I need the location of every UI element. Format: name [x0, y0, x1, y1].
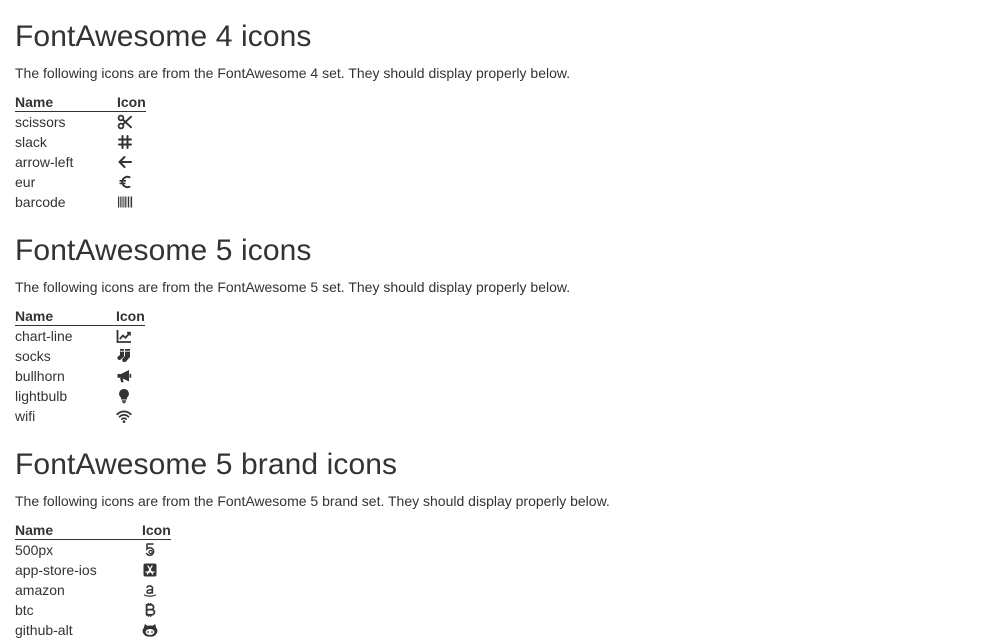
- icon-name: bullhorn: [15, 368, 65, 384]
- name-column-header: Name: [15, 94, 117, 112]
- table-row: barcode: [15, 192, 146, 212]
- icon-column-header: Icon: [142, 522, 171, 540]
- section-fontawesome-4: FontAwesome 4 icons The following icons …: [15, 20, 570, 210]
- table-row: app-store-ios: [15, 560, 171, 580]
- section-fontawesome-5: FontAwesome 5 icons The following icons …: [15, 234, 570, 424]
- lightbulb-icon: [116, 388, 132, 404]
- table-row: wifi: [15, 406, 145, 426]
- table-row: lightbulb: [15, 386, 145, 406]
- arrow-left-icon: [117, 154, 133, 170]
- icon-name: app-store-ios: [15, 562, 97, 578]
- icon-name: btc: [15, 602, 34, 618]
- section-fontawesome-5-brands: FontAwesome 5 brand icons The following …: [15, 448, 610, 638]
- section-title: FontAwesome 4 icons: [15, 20, 312, 53]
- table-row: socks: [15, 346, 145, 366]
- section-description: The following icons are from the FontAwe…: [15, 65, 571, 81]
- table-row: 500px: [15, 540, 171, 561]
- icon-column-header: Icon: [116, 308, 145, 326]
- table-row: github-alt: [15, 620, 171, 640]
- wifi-icon: [116, 408, 132, 424]
- 500px-icon: [142, 542, 158, 558]
- btc-icon: [142, 602, 158, 618]
- github-alt-icon: [142, 622, 158, 638]
- table-row: btc: [15, 600, 171, 620]
- table-row: slack: [15, 132, 146, 152]
- table-row: chart-line: [15, 326, 145, 347]
- chart-line-icon: [116, 328, 132, 344]
- icons-table: Name Icon scissors slack arrow-left eur …: [15, 94, 146, 212]
- barcode-icon: [117, 194, 133, 210]
- scissors-icon: [117, 114, 133, 130]
- icon-name: scissors: [15, 114, 66, 130]
- app-store-ios-icon: [142, 562, 158, 578]
- icon-name: wifi: [15, 408, 36, 424]
- bullhorn-icon: [116, 368, 132, 384]
- icon-name: chart-line: [15, 328, 73, 344]
- icon-name: slack: [15, 134, 47, 150]
- section-description: The following icons are from the FontAwe…: [15, 279, 571, 295]
- section-title: FontAwesome 5 brand icons: [15, 448, 398, 481]
- icon-name: arrow-left: [15, 154, 74, 170]
- table-row: amazon: [15, 580, 171, 600]
- icon-name: lightbulb: [15, 388, 68, 404]
- name-column-header: Name: [15, 522, 142, 540]
- section-title: FontAwesome 5 icons: [15, 234, 312, 267]
- icons-table: Name Icon chart-line socks bullhorn ligh…: [15, 308, 145, 426]
- icons-table: Name Icon 500px app-store-ios amazon btc…: [15, 522, 171, 640]
- slack-icon: [117, 134, 133, 150]
- icon-name: github-alt: [15, 622, 73, 638]
- section-description: The following icons are from the FontAwe…: [15, 493, 610, 509]
- table-row: bullhorn: [15, 366, 145, 386]
- table-row: arrow-left: [15, 152, 146, 172]
- icon-name: eur: [15, 174, 36, 190]
- icon-name: 500px: [15, 542, 54, 558]
- icon-name: barcode: [15, 194, 66, 210]
- icon-column-header: Icon: [117, 94, 146, 112]
- table-row: eur: [15, 172, 146, 192]
- table-row: scissors: [15, 112, 146, 133]
- icon-name: amazon: [15, 582, 65, 598]
- name-column-header: Name: [15, 308, 116, 326]
- amazon-icon: [142, 582, 158, 598]
- socks-icon: [116, 348, 132, 364]
- eur-icon: [117, 174, 133, 190]
- icon-name: socks: [15, 348, 51, 364]
